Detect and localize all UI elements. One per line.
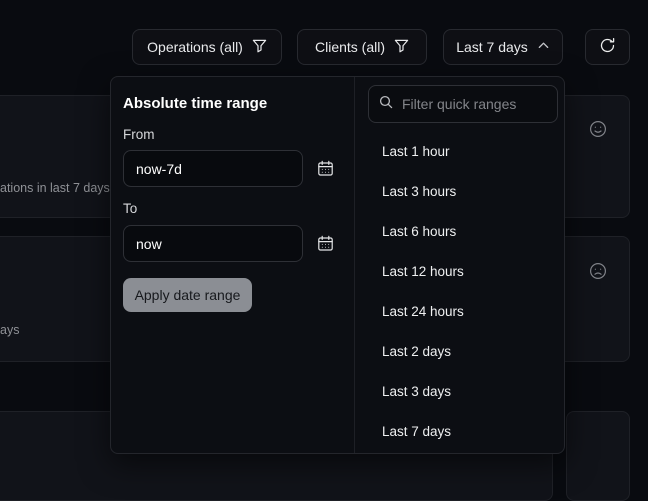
- from-input[interactable]: [123, 150, 303, 187]
- search-icon: [379, 95, 393, 114]
- refresh-button[interactable]: [585, 29, 630, 65]
- time-range-picker-button[interactable]: Last 7 days: [443, 29, 563, 65]
- calendar-icon[interactable]: [317, 160, 334, 182]
- quick-range-option[interactable]: Last 2 days: [355, 331, 565, 371]
- filter-quick-ranges-input[interactable]: [400, 95, 547, 113]
- panel-1-subtitle: ations in last 7 days: [0, 181, 110, 195]
- to-label: To: [123, 201, 137, 216]
- chevron-up-icon: [537, 39, 550, 55]
- from-label: From: [123, 127, 155, 142]
- background-panel-4: [566, 411, 630, 501]
- quick-range-option[interactable]: Last 6 hours: [355, 211, 565, 251]
- quick-range-option[interactable]: Last 24 hours: [355, 291, 565, 331]
- time-range-dropdown: Absolute time range From To Apply date r…: [110, 76, 565, 454]
- quick-range-option[interactable]: Last 7 days: [355, 411, 565, 451]
- quick-range-search[interactable]: [368, 85, 558, 123]
- filter-icon: [252, 38, 267, 56]
- operations-filter-button[interactable]: Operations (all): [132, 29, 282, 65]
- to-input[interactable]: [123, 225, 303, 262]
- calendar-icon[interactable]: [317, 235, 334, 257]
- apply-date-range-button[interactable]: Apply date range: [123, 278, 252, 312]
- frown-face-icon: [589, 262, 607, 285]
- absolute-time-range-title: Absolute time range: [123, 95, 267, 112]
- time-range-label: Last 7 days: [456, 39, 528, 55]
- dashboard-root: { "toolbar": { "operations_label": "Oper…: [0, 0, 648, 479]
- quick-range-option[interactable]: Last 1 hour: [355, 131, 565, 171]
- quick-range-list: Last 1 hour Last 3 hours Last 6 hours La…: [355, 131, 565, 451]
- clients-filter-label: Clients (all): [315, 39, 385, 55]
- operations-filter-label: Operations (all): [147, 39, 243, 55]
- filter-icon: [394, 38, 409, 56]
- smiley-face-icon: [589, 120, 607, 143]
- panel-2-subtitle: ays: [0, 323, 19, 337]
- quick-range-option[interactable]: Last 12 hours: [355, 251, 565, 291]
- refresh-icon: [599, 37, 616, 57]
- clients-filter-button[interactable]: Clients (all): [297, 29, 427, 65]
- quick-range-option[interactable]: Last 3 hours: [355, 171, 565, 211]
- quick-range-option[interactable]: Last 3 days: [355, 371, 565, 411]
